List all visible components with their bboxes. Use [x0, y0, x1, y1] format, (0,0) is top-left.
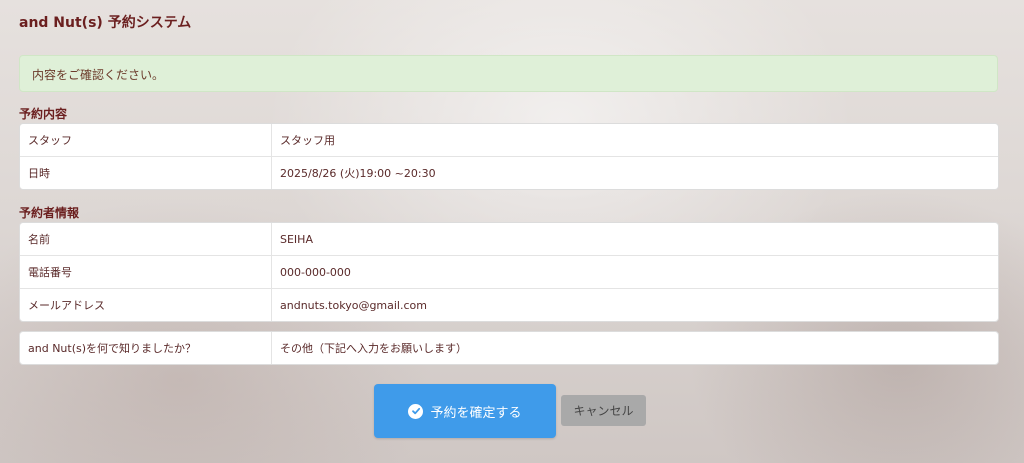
- app-title: and Nut(s) 予約システム: [19, 15, 192, 31]
- datetime-value: 2025/8/26 (火)19:00 ~20:30: [280, 167, 436, 180]
- booker-info-table: 名前 SEIHA 電話番号 000-000-000 メールアドレス andnut…: [19, 222, 999, 322]
- table-row: 名前 SEIHA: [20, 223, 998, 255]
- phone-value: 000-000-000: [280, 265, 351, 279]
- name-value: SEIHA: [280, 232, 313, 246]
- table-row: メールアドレス andnuts.tokyo@gmail.com: [20, 288, 998, 321]
- check-circle-icon: [408, 403, 424, 419]
- survey-table: and Nut(s)を何で知りましたか？ その他（下記へ入力をお願いします）: [19, 331, 999, 365]
- referral-value: その他（下記へ入力をお願いします）: [280, 342, 467, 355]
- referral-label: and Nut(s)を何で知りましたか？: [20, 332, 272, 364]
- booker-section-heading: 予約者情報: [19, 206, 80, 220]
- table-row: スタッフ スタッフ用: [20, 124, 998, 156]
- confirmation-alert: 内容をご確認ください。: [19, 55, 998, 92]
- cancel-button[interactable]: キャンセル: [561, 395, 646, 426]
- staff-label: スタッフ: [20, 124, 272, 156]
- confirm-reservation-button[interactable]: 予約を確定する: [374, 384, 556, 438]
- alert-message: 内容をご確認ください。: [32, 68, 165, 82]
- email-value: andnuts.tokyo@gmail.com: [280, 298, 427, 312]
- reservation-details-table: スタッフ スタッフ用 日時 2025/8/26 (火)19:00 ~20:30: [19, 123, 999, 190]
- datetime-label: 日時: [20, 157, 272, 189]
- table-row: 電話番号 000-000-000: [20, 255, 998, 288]
- email-label: メールアドレス: [20, 289, 272, 321]
- name-label: 名前: [20, 223, 272, 255]
- table-row: and Nut(s)を何で知りましたか？ その他（下記へ入力をお願いします）: [20, 332, 998, 364]
- cancel-button-label: キャンセル: [573, 404, 634, 418]
- reservation-section-heading: 予約内容: [19, 107, 68, 121]
- staff-value: スタッフ用: [280, 134, 335, 147]
- table-row: 日時 2025/8/26 (火)19:00 ~20:30: [20, 156, 998, 189]
- phone-label: 電話番号: [20, 256, 272, 288]
- confirm-button-label: 予約を確定する: [430, 405, 522, 421]
